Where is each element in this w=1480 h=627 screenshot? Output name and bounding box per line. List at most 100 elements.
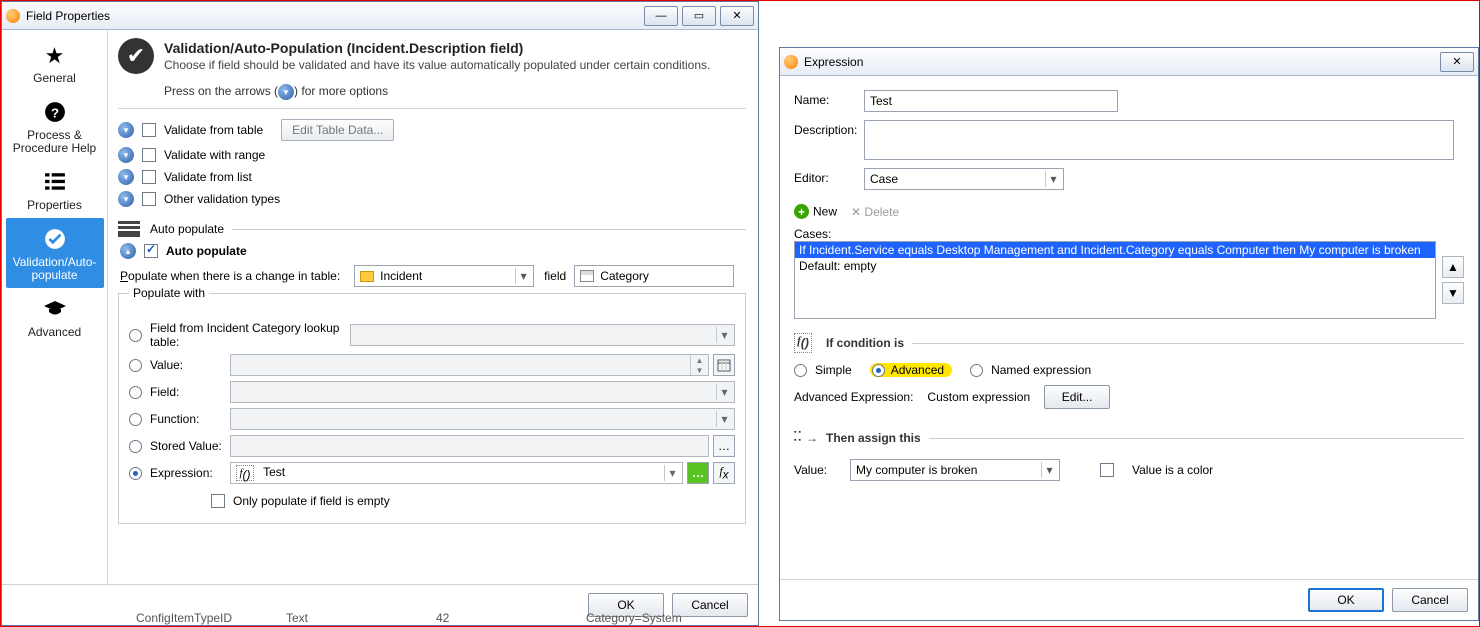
section-label: If condition is	[826, 336, 904, 350]
question-icon: ?	[42, 99, 68, 125]
auto-populate-checkbox[interactable]	[144, 244, 158, 258]
assign-icon: →	[794, 429, 818, 447]
advanced-expression-label: Advanced Expression:	[794, 390, 913, 404]
value-select[interactable]: My computer is broken ▾	[850, 459, 1060, 481]
expand-icon[interactable]: ▾	[118, 169, 134, 185]
stored-value-input[interactable]	[230, 435, 709, 457]
browse-button[interactable]: …	[713, 435, 735, 457]
name-label: Name:	[794, 90, 864, 107]
field-icon	[580, 270, 594, 282]
description-textarea[interactable]	[864, 120, 1454, 160]
expression-radio[interactable]	[129, 467, 142, 480]
expression-combo[interactable]: f() Test ▾	[230, 462, 683, 484]
close-button[interactable]: ✕	[1440, 52, 1474, 72]
cases-listbox[interactable]: If Incident.Service equals Desktop Manag…	[794, 241, 1436, 319]
cases-label: Cases:	[794, 227, 1464, 241]
fx-icon: f()	[794, 333, 818, 353]
page-subtitle: Choose if field should be validated and …	[164, 58, 710, 72]
titlebar[interactable]: Field Properties — ▭ ✕	[2, 2, 758, 30]
radio-label: Expression:	[150, 466, 230, 480]
new-button[interactable]: +New	[794, 204, 837, 219]
select-value: My computer is broken	[856, 463, 977, 477]
validate-from-list-checkbox[interactable]	[142, 170, 156, 184]
editor-select[interactable]: Case ▾	[864, 168, 1064, 190]
simple-option[interactable]: Simple	[794, 363, 852, 377]
function-combo[interactable]: ▾	[230, 408, 735, 430]
expand-icon[interactable]: ▾	[118, 147, 134, 163]
fx-button[interactable]: fx	[713, 462, 735, 484]
field-radio[interactable]	[129, 386, 142, 399]
advanced-option[interactable]: Advanced	[870, 363, 952, 377]
stored-value-radio[interactable]	[129, 440, 142, 453]
named-expression-option[interactable]: Named expression	[970, 363, 1091, 377]
expression-value: Test	[263, 465, 285, 479]
sidebar-item-validation[interactable]: Validation/Auto-populate	[6, 218, 104, 288]
field-properties-window: Field Properties — ▭ ✕ ★ General ? Proce…	[1, 1, 759, 626]
plus-icon: +	[794, 204, 809, 219]
calendar-button[interactable]	[713, 354, 735, 376]
function-radio[interactable]	[129, 413, 142, 426]
delete-button[interactable]: ✕ Delete	[851, 205, 899, 219]
lookup-select[interactable]: ▾	[350, 324, 735, 346]
list-icon	[42, 169, 68, 195]
opt-label: Auto populate	[166, 244, 247, 258]
sidebar: ★ General ? Process & Procedure Help Pro…	[2, 30, 108, 584]
minimize-button[interactable]: —	[644, 6, 678, 26]
spin-up-icon: ▲	[691, 355, 708, 365]
field-select[interactable]: Category	[574, 265, 734, 287]
opt-label: Only populate if field is empty	[233, 494, 390, 508]
description-label: Description:	[794, 120, 864, 137]
sidebar-item-advanced[interactable]: Advanced	[6, 288, 104, 345]
radio-label: Stored Value:	[150, 439, 230, 453]
populate-with-fieldset: Populate with Field from Incident Catego…	[118, 293, 746, 524]
expression-edit-button[interactable]: …	[687, 462, 709, 484]
section-label: Auto populate	[150, 222, 224, 236]
titlebar[interactable]: Expression ✕	[780, 48, 1478, 76]
list-item[interactable]: Default: empty	[795, 258, 1435, 274]
move-up-button[interactable]: ▲	[1442, 256, 1464, 278]
expand-icon[interactable]: ▾	[118, 191, 134, 207]
name-input[interactable]	[864, 90, 1118, 112]
sidebar-item-process-help[interactable]: ? Process & Procedure Help	[6, 91, 104, 161]
only-if-empty-checkbox[interactable]	[211, 494, 225, 508]
table-select[interactable]: Incident ▾	[354, 265, 534, 287]
sidebar-item-properties[interactable]: Properties	[6, 161, 104, 218]
sidebar-item-label: Advanced	[8, 326, 102, 339]
value-radio[interactable]	[129, 359, 142, 372]
cancel-button[interactable]: Cancel	[1392, 588, 1468, 612]
validate-with-range-checkbox[interactable]	[142, 148, 156, 162]
move-down-button[interactable]: ▼	[1442, 282, 1464, 304]
chevron-down-icon: ▾	[716, 327, 732, 343]
sidebar-item-label: Properties	[8, 199, 102, 212]
expand-icon[interactable]: ▾	[118, 122, 134, 138]
folder-icon	[360, 271, 374, 282]
lookup-radio[interactable]	[129, 329, 142, 342]
list-item[interactable]: If Incident.Service equals Desktop Manag…	[795, 242, 1435, 258]
select-value: Case	[870, 172, 898, 186]
auto-populate-icon	[118, 221, 140, 237]
field-combo[interactable]: ▾	[230, 381, 735, 403]
edit-expression-button[interactable]: Edit...	[1044, 385, 1110, 409]
window-title: Expression	[804, 55, 1436, 69]
editor-label: Editor:	[794, 168, 864, 185]
opt-label: Validate from table	[164, 123, 263, 137]
value-input[interactable]: ▲▼	[230, 354, 709, 376]
value-is-color-checkbox[interactable]	[1100, 463, 1114, 477]
validate-from-table-checkbox[interactable]	[142, 123, 156, 137]
graduation-icon	[42, 296, 68, 322]
advanced-expression-value: Custom expression	[927, 390, 1030, 404]
ok-button[interactable]: OK	[1308, 588, 1384, 612]
select-value: Category	[600, 269, 649, 283]
radio-label: Field from Incident Category lookup tabl…	[150, 321, 350, 349]
maximize-button[interactable]: ▭	[682, 6, 716, 26]
field-label: field	[544, 269, 566, 283]
chevron-down-icon: ▾	[1041, 462, 1057, 478]
check-circle-icon: ✔	[118, 38, 154, 74]
chevron-down-icon: ▾	[1045, 171, 1061, 187]
collapse-icon[interactable]: ▴	[120, 243, 136, 259]
sidebar-item-general[interactable]: ★ General	[6, 34, 104, 91]
other-validation-checkbox[interactable]	[142, 192, 156, 206]
value-label: Value:	[794, 463, 840, 477]
close-button[interactable]: ✕	[720, 6, 754, 26]
edit-table-data-button[interactable]: Edit Table Data...	[281, 119, 394, 141]
